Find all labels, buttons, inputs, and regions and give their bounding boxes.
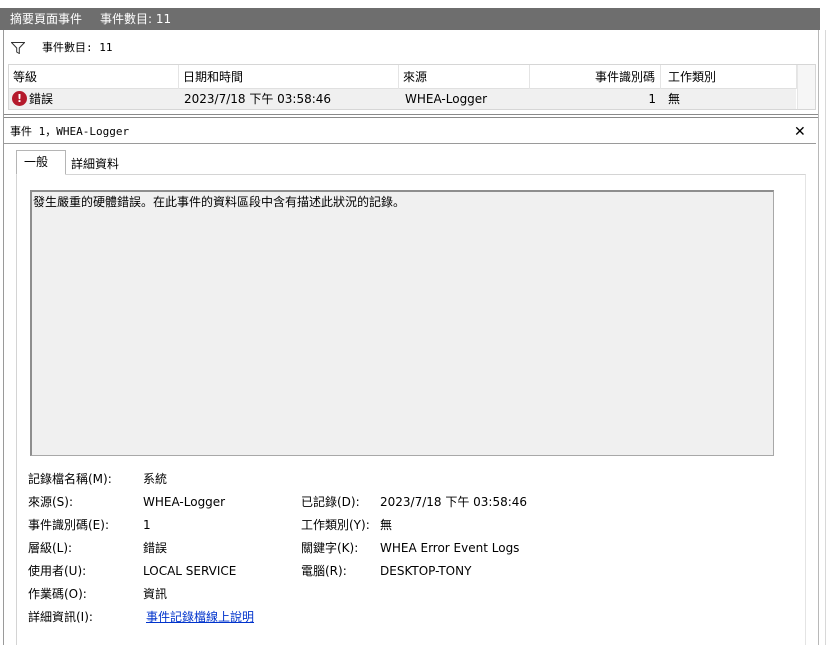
task-category-value: 無: [380, 518, 393, 532]
event-description-box[interactable]: 發生嚴重的硬體錯誤。在此事件的資料區段中含有描述此狀況的記錄。: [30, 190, 774, 456]
more-info-label: 詳細資訊(I):: [28, 610, 93, 624]
summary-event-count: 事件數目: 11: [100, 12, 172, 26]
tab-general[interactable]: 一般: [16, 150, 66, 175]
tab-details[interactable]: 詳細資料: [66, 153, 130, 178]
column-header-task-category[interactable]: 工作類別: [661, 65, 797, 89]
column-header-level[interactable]: 等級: [9, 65, 179, 89]
window-right-edge: [825, 30, 826, 645]
computer-label: 電腦(R):: [301, 564, 347, 578]
row-source: WHEA-Logger: [405, 92, 488, 106]
detail-header-divider: [4, 143, 816, 144]
opcode-label: 作業碼(O):: [28, 587, 87, 601]
column-header-datetime[interactable]: 日期和時間: [179, 65, 399, 89]
column-header-event-id[interactable]: 事件識別碼: [530, 65, 661, 89]
event-id-value: 1: [143, 518, 151, 532]
pane-right-border: [818, 30, 819, 645]
user-value: LOCAL SERVICE: [143, 564, 237, 578]
task-category-label: 工作類別(Y):: [301, 518, 370, 532]
computer-value: DESKTOP-TONY: [380, 564, 472, 578]
row-level: 錯誤: [29, 92, 54, 106]
keywords-label: 關鍵字(K):: [301, 541, 359, 555]
logged-value: 2023/7/18 下午 03:58:46: [380, 495, 528, 509]
row-task-category: 無: [668, 92, 681, 106]
filter-event-count: 事件數目: 11: [42, 41, 113, 54]
keywords-value: WHEA Error Event Logs: [380, 541, 520, 555]
event-detail-title: 事件 1，WHEA-Logger: [10, 125, 130, 138]
source-label: 來源(S):: [28, 495, 74, 509]
event-log-online-help-link[interactable]: 事件記錄檔線上說明: [146, 609, 254, 625]
column-header-source[interactable]: 來源: [399, 65, 530, 89]
filter-funnel-icon[interactable]: [11, 42, 25, 54]
level-value: 錯誤: [143, 541, 168, 555]
event-list-grid: 等級 日期和時間 來源 事件識別碼 工作類別 ! 錯誤 2023/7/18 下午…: [8, 64, 816, 110]
log-name-label: 記錄檔名稱(M):: [28, 472, 112, 486]
event-id-label: 事件識別碼(E):: [28, 518, 109, 532]
source-value: WHEA-Logger: [143, 495, 226, 509]
user-label: 使用者(U):: [28, 564, 87, 578]
summary-title-bar: 摘要頁面事件 事件數目: 11: [0, 8, 820, 30]
row-datetime: 2023/7/18 下午 03:58:46: [184, 92, 332, 106]
level-label: 層級(L):: [28, 541, 73, 555]
filter-bar: 事件數目: 11: [4, 36, 818, 60]
grid-vertical-scrollbar[interactable]: [797, 65, 815, 109]
grid-header-row: 等級 日期和時間 來源 事件識別碼 工作類別: [9, 65, 815, 89]
pane-splitter[interactable]: [4, 114, 818, 120]
opcode-value: 資訊: [143, 587, 168, 601]
row-event-id: 1: [648, 92, 656, 106]
summary-title: 摘要頁面事件: [10, 12, 83, 26]
log-name-value: 系統: [143, 472, 168, 486]
close-icon[interactable]: ✕: [794, 121, 806, 143]
table-row[interactable]: ! 錯誤 2023/7/18 下午 03:58:46 WHEA-Logger 1…: [9, 89, 796, 109]
error-icon: !: [12, 91, 27, 106]
logged-label: 已記錄(D):: [301, 495, 360, 509]
event-detail-header: 事件 1，WHEA-Logger ✕: [4, 121, 818, 143]
